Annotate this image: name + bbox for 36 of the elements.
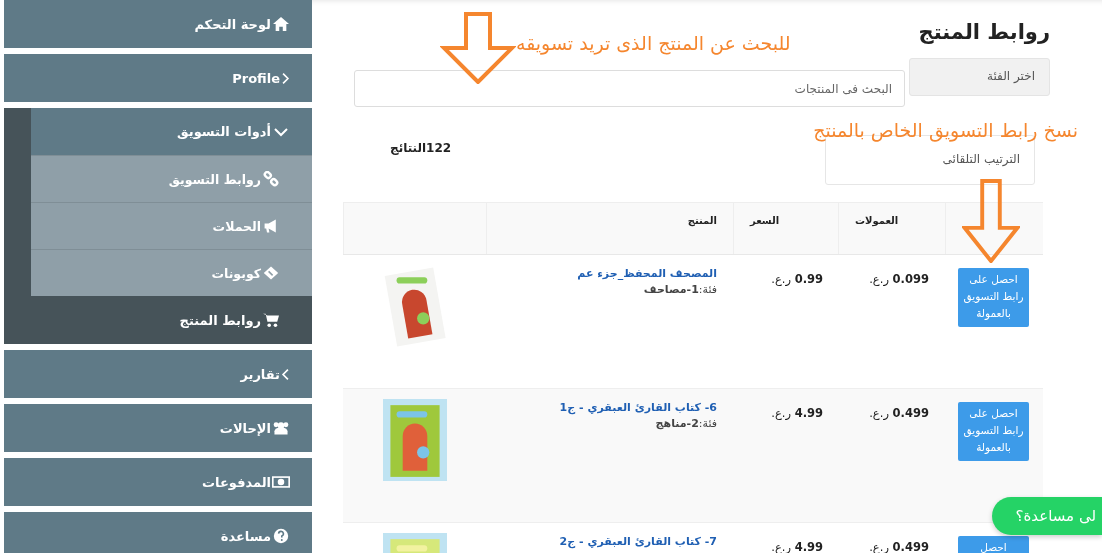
nav-subitem[interactable]: كوبونات <box>31 249 312 296</box>
link-icon <box>262 171 280 187</box>
annotation-text: للبحث عن المنتج الذى تريد تسويقه <box>516 32 791 54</box>
nav-item[interactable]: مساعدة <box>4 512 312 553</box>
column-header: السعر <box>750 215 780 226</box>
nav-group-header[interactable]: أدوات التسويق <box>31 108 312 155</box>
nav-item[interactable]: الإحالات <box>4 404 312 452</box>
product-link[interactable]: 7- كتاب القارئ العبقري - ج2 <box>559 535 717 548</box>
banknote-icon <box>272 474 290 490</box>
category-select[interactable]: اختر الفئة <box>909 58 1050 96</box>
results-count: 122النتائج <box>390 141 452 155</box>
chevron-left-icon <box>281 367 290 381</box>
product-link[interactable]: 6- كتاب القارئ العبقري - ج1 <box>559 401 717 414</box>
nav-item[interactable]: لوحة التحكم <box>4 0 312 48</box>
search-field[interactable]: البحث فى المنتجات <box>354 70 905 107</box>
nav-item[interactable]: روابط المنتج <box>4 296 312 344</box>
nav-subitem[interactable]: الحملات <box>31 202 312 249</box>
get-link-button[interactable]: احصل <box>958 536 1029 553</box>
product-link[interactable]: المصحف المحفظ_جزء عم <box>577 267 717 280</box>
cart-icon <box>262 312 280 328</box>
chevron-right-icon <box>281 71 290 85</box>
nav-item[interactable]: المدفوعات <box>4 458 312 506</box>
page-title: روابط المنتج <box>917 20 1050 44</box>
column-header: المنتج <box>687 215 717 226</box>
product-category: فئة:2-مناهج <box>655 417 717 430</box>
help-icon <box>272 528 290 544</box>
product-category: فئة:1-مصاحف <box>643 283 717 296</box>
users-icon <box>272 420 290 436</box>
nav-subitem[interactable]: روابط التسويق <box>31 155 312 202</box>
home-icon <box>272 16 290 32</box>
ticket-icon <box>262 265 280 281</box>
nav-item[interactable]: تقارير <box>4 350 312 398</box>
nav-item[interactable]: Profile <box>4 54 312 102</box>
get-link-button[interactable]: احصل على رابط التسويق بالعمولة <box>958 402 1029 461</box>
column-header: العمولات <box>855 215 899 226</box>
get-link-button[interactable]: احصل على رابط التسويق بالعمولة <box>958 268 1029 327</box>
